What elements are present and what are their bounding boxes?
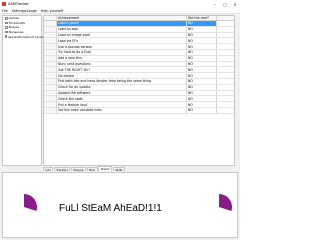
column-header-achievement[interactable]: Achievement (57, 16, 187, 20)
row-header[interactable] (44, 73, 57, 78)
row-header[interactable] (44, 32, 57, 38)
achievement-cell[interactable]: Check the stats (57, 96, 187, 102)
app-icon (2, 2, 6, 6)
row-header[interactable] (44, 78, 57, 84)
grid-body: Load a game NO Load an app NO Load an image … (44, 21, 234, 114)
done-cell[interactable]: NO (187, 102, 217, 107)
tab-info[interactable]: Info (43, 167, 54, 172)
tab-misc[interactable]: Misc (86, 167, 98, 172)
done-cell[interactable]: NO (187, 21, 217, 26)
minimize-button[interactable]: – (210, 0, 220, 8)
done-cell[interactable]: NO (187, 73, 217, 78)
column-header-done[interactable]: Did the rear? (187, 16, 217, 20)
folder-icon (5, 26, 8, 29)
progress-ring-left-fill (24, 194, 37, 212)
maximize-button[interactable]: □ (220, 0, 230, 8)
done-cell[interactable]: NO (187, 107, 217, 113)
tab-steam[interactable]: Steam (98, 166, 113, 171)
done-cell[interactable]: NO (187, 90, 217, 96)
row-header[interactable] (44, 67, 57, 73)
row-header[interactable] (44, 49, 57, 55)
tab-strip: Info Trackers Players Misc Steam Stats (43, 166, 235, 172)
tree-item-label: Thresholds (8, 20, 25, 25)
row-header[interactable] (44, 38, 57, 44)
done-cell[interactable]: NO (187, 26, 217, 32)
achievement-cell[interactable]: Try hard to do a Dud (57, 49, 187, 55)
banner-text: FuLl StEaM AhEaD!1!1 (59, 203, 162, 214)
app-window: SAMTracker – □ ✕ File Settings/Langs Hel… (0, 0, 240, 240)
achievements-grid: Achievement Did the rear? Load a game NO L… (43, 15, 235, 166)
achievement-cell[interactable]: Fink both idle and have Ampler time bein… (57, 78, 187, 84)
achievement-cell[interactable]: Update the software (57, 90, 187, 96)
close-button[interactable]: ✕ (230, 0, 240, 8)
tree-item-applications[interactable]: Applications/built (docs) (3, 34, 45, 39)
achievement-cell[interactable]: Load via EFx (57, 38, 187, 44)
row-header[interactable] (44, 61, 57, 67)
tree-item-label: Applications/built (docs) (8, 34, 45, 39)
row-header-corner (44, 16, 57, 20)
folder-icon (5, 21, 8, 25)
tree-item-label: Games (8, 16, 20, 21)
menu-help[interactable]: Help yourself (39, 9, 65, 13)
progress-ring-right (219, 194, 232, 212)
achievement-cell[interactable]: Nunc sent questions (57, 61, 187, 67)
done-cell[interactable]: NO (187, 55, 217, 61)
tab-players[interactable]: Players (70, 167, 87, 172)
progress-ring-right-fill (219, 194, 232, 212)
steam-panel: FuLl StEaM AhEaD!1!1 (2, 172, 238, 238)
achievement-cell[interactable]: Load an app (57, 26, 187, 32)
tree-item-label: Bosses (8, 25, 20, 30)
tab-trackers[interactable]: Trackers (53, 167, 71, 172)
row-header[interactable] (44, 107, 57, 113)
done-cell[interactable]: NO (187, 78, 217, 84)
done-cell[interactable]: NO (187, 67, 217, 73)
title-bar: SAMTracker – □ ✕ (0, 0, 240, 8)
row-header[interactable] (44, 26, 57, 32)
window-title: SAMTracker (8, 2, 29, 6)
folder-icon (5, 35, 7, 38)
table-row[interactable]: Set the more valuable links NO (44, 107, 234, 114)
achievement-cell[interactable]: Set the more valuable links (57, 107, 187, 113)
tree-panel: Games Thresholds Bosses Nonsense Applica… (2, 15, 45, 166)
achievement-cell[interactable]: Load a game (57, 21, 187, 26)
achievement-cell[interactable]: Got THE RIGHT ’ttt’! (57, 67, 187, 73)
achievement-cell[interactable]: Use a pseudo version (57, 44, 187, 49)
row-header[interactable] (44, 96, 57, 102)
achievement-cell[interactable]: Check for an update (57, 84, 187, 90)
row-header[interactable] (44, 44, 57, 49)
tree-item-label: Nonsense (8, 30, 24, 35)
done-cell[interactable]: NO (187, 44, 217, 49)
menu-file[interactable]: File (0, 9, 10, 13)
menu-bar: File Settings/Langs Help yourself (0, 8, 240, 14)
tab-stats[interactable]: Stats (112, 167, 125, 172)
done-cell[interactable]: NO (187, 84, 217, 90)
done-cell[interactable]: NO (187, 32, 217, 38)
folder-icon (5, 17, 8, 20)
row-header[interactable] (44, 102, 57, 107)
progress-ring-left (24, 194, 37, 212)
achievement-cell[interactable]: Add a new thru (57, 55, 187, 61)
row-header[interactable] (44, 84, 57, 90)
achievement-cell[interactable]: Ob-trolled (57, 73, 187, 78)
row-header[interactable] (44, 55, 57, 61)
menu-settings[interactable]: Settings/Langs (10, 9, 39, 13)
folder-icon (5, 30, 8, 34)
row-header[interactable] (44, 90, 57, 96)
window-controls: – □ ✕ (210, 0, 240, 8)
done-cell[interactable]: NO (187, 49, 217, 55)
done-cell[interactable]: NO (187, 38, 217, 44)
achievement-cell[interactable]: Pull a feature loud (57, 102, 187, 107)
row-header[interactable] (44, 21, 57, 26)
done-cell[interactable]: NO (187, 61, 217, 67)
achievement-cell[interactable]: Load an image pack (57, 32, 187, 38)
done-cell[interactable]: NO (187, 96, 217, 102)
